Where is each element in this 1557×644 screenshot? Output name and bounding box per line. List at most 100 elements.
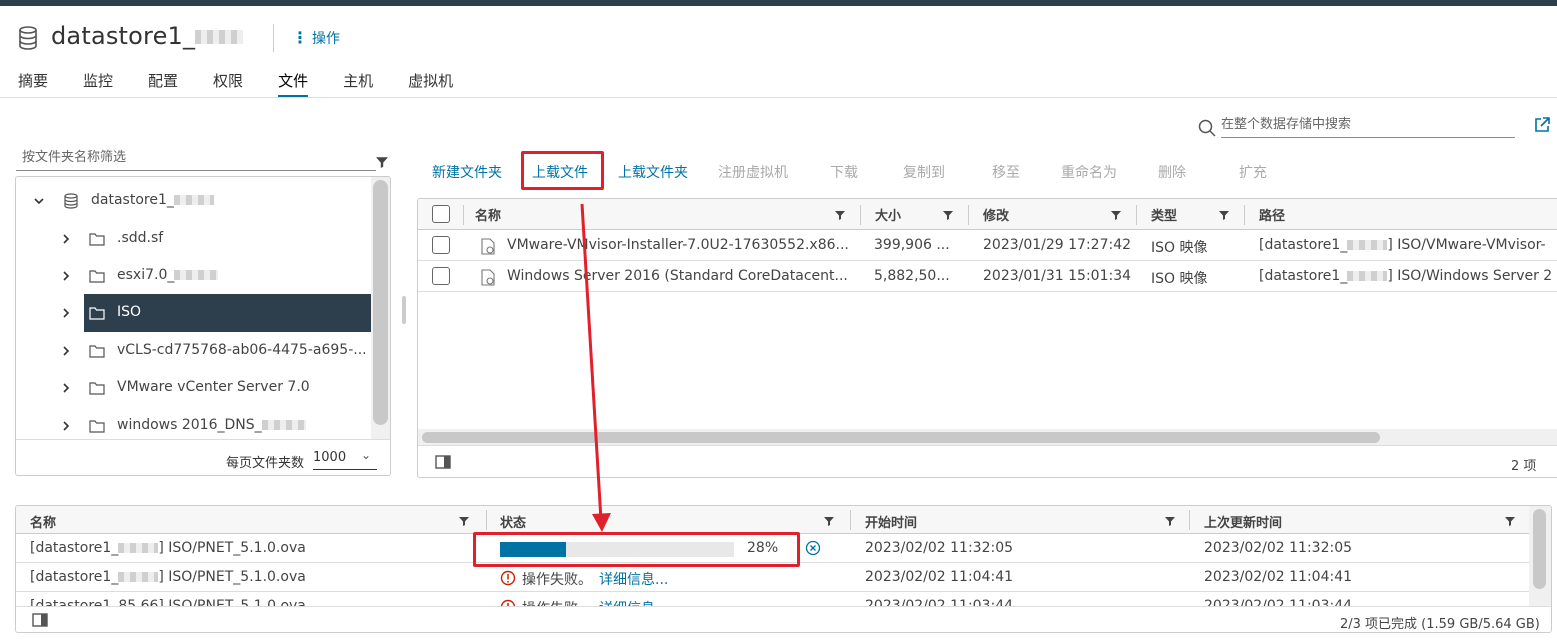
task-status: 操作失败。 [522,572,592,588]
column-header-path[interactable]: 路径 [1259,199,1285,230]
datastore-icon [64,193,78,209]
tab-summary[interactable]: 摘要 [18,68,48,98]
filter-icon[interactable] [459,516,469,526]
filter-icon[interactable] [1111,210,1121,220]
tab-bar: 摘要 监控 配置 权限 文件 主机 虚拟机 [18,68,488,98]
filter-icon[interactable] [835,210,845,220]
download-button[interactable]: 下载 [830,162,858,182]
tree-item-vcls[interactable]: vCLS-cd775768-ab06-4475-a695-... [16,332,371,369]
column-toggle-icon[interactable] [32,613,48,627]
filter-icon[interactable] [1219,210,1229,220]
tree-item-esxi[interactable]: esxi7.0_ [16,257,371,294]
column-header-size[interactable]: 大小 [875,199,901,230]
tab-configure[interactable]: 配置 [148,68,178,98]
folder-icon [89,420,105,433]
upload-file-highlight [521,151,604,190]
row-checkbox[interactable] [432,267,450,285]
redacted-text [174,270,219,280]
files-datagrid: 名称 大小 修改 类型 路径 VMware-VMvisor-Installer-… [417,198,1557,478]
grid-horizontal-scrollbar-thumb[interactable] [422,432,1380,443]
column-header-modified[interactable]: 修改 [983,199,1009,230]
move-to-button[interactable]: 移至 [992,162,1020,182]
table-row[interactable]: Windows Server 2016 (Standard CoreDatace… [418,261,1557,292]
datastore-search-input[interactable] [1221,112,1515,138]
file-name[interactable]: Windows Server 2016 (Standard CoreDatace… [507,268,848,284]
cancel-task-icon[interactable] [805,540,821,556]
task-row[interactable]: [datastore1_] ISO/PNET_5.1.0.ova 操作失败。 详… [16,563,1529,592]
tasks-vertical-scrollbar-thumb[interactable] [1533,509,1546,589]
rename-button[interactable]: 重命名为 [1061,162,1117,182]
filter-icon[interactable] [943,210,953,220]
tab-permissions[interactable]: 权限 [213,68,243,98]
chevron-right-icon[interactable] [61,383,71,393]
page-title: datastore1_ [51,22,244,50]
column-divider[interactable] [860,205,861,225]
column-toggle-icon[interactable] [435,455,451,469]
chevron-down-icon[interactable]: ⌄ [361,448,371,462]
column-header-name[interactable]: 名称 [475,199,501,230]
delete-button[interactable]: 删除 [1158,162,1186,182]
tree-item-sdd[interactable]: .sdd.sf [16,220,371,257]
tree-item-root[interactable]: datastore1_ [16,182,371,219]
filter-icon[interactable] [824,516,834,526]
tab-vms[interactable]: 虚拟机 [408,68,453,98]
column-divider[interactable] [850,510,851,530]
redacted-text [173,195,214,205]
folder-icon [89,307,105,320]
filter-icon[interactable] [1165,516,1175,526]
chevron-right-icon[interactable] [61,346,71,356]
progress-highlight [473,532,800,567]
chevron-down-icon[interactable] [34,196,44,206]
datastore-icon [19,26,37,50]
column-header-status[interactable]: 状态 [500,512,526,531]
chevron-right-icon[interactable] [61,234,71,244]
column-divider[interactable] [968,205,969,225]
task-updated-time: 2023/02/02 11:32:05 [1204,540,1353,556]
tree-item-iso[interactable]: ISO [16,294,371,331]
column-divider[interactable] [1244,205,1245,225]
column-header-name[interactable]: 名称 [30,512,56,531]
tree-footer: 每页文件夹数 1000 ⌄ [16,439,390,475]
tree-item-vcenter[interactable]: VMware vCenter Server 7.0 [16,369,371,406]
external-link-icon[interactable] [1533,116,1551,134]
tasks-summary: 2/3 项已完成 (1.59 GB/5.64 GB) [1340,617,1540,632]
column-header-start-time[interactable]: 开始时间 [865,512,917,531]
file-name[interactable]: VMware-VMvisor-Installer-7.0U2-17630552.… [507,237,849,253]
column-header-type[interactable]: 类型 [1151,199,1177,230]
tab-monitor[interactable]: 监控 [83,68,113,98]
column-header-last-update[interactable]: 上次更新时间 [1204,512,1282,531]
column-divider[interactable] [1189,510,1190,530]
tab-files[interactable]: 文件 [278,68,309,98]
register-vm-button[interactable]: 注册虚拟机 [718,162,788,182]
grid-footer: 2 项 [418,445,1557,477]
column-divider[interactable] [486,510,487,530]
copy-to-button[interactable]: 复制到 [903,162,945,182]
search-icon [1198,119,1216,137]
inflate-button[interactable]: 扩充 [1239,162,1267,182]
recent-tasks-panel: 名称 状态 开始时间 上次更新时间 [datastore1_] ISO/PNET… [15,505,1552,633]
tree-item-label: ISO [117,304,142,320]
filter-icon[interactable] [1505,516,1515,526]
tab-hosts[interactable]: 主机 [343,68,373,98]
folder-filter-input[interactable] [16,145,376,171]
folder-icon [89,382,105,395]
actions-menu-button[interactable]: ⋮ 操作 [292,28,340,48]
panel-splitter-handle[interactable] [402,296,406,324]
chevron-right-icon[interactable] [61,271,71,281]
new-folder-button[interactable]: 新建文件夹 [432,162,502,182]
tree-scrollbar-thumb[interactable] [373,180,388,425]
filter-icon[interactable] [376,156,388,168]
row-checkbox[interactable] [432,236,450,254]
chevron-right-icon[interactable] [61,421,71,431]
task-start-time: 2023/02/02 11:32:05 [865,540,1014,556]
select-all-checkbox[interactable] [432,205,450,223]
task-details-link[interactable]: 详细信息... [599,569,668,589]
column-divider[interactable] [1136,205,1137,225]
tree-item-label: datastore1_ [91,192,174,208]
upload-folder-button[interactable]: 上载文件夹 [618,162,688,182]
folder-icon [89,270,105,283]
column-divider[interactable] [463,205,464,225]
chevron-right-icon[interactable] [61,308,71,318]
table-row[interactable]: VMware-VMvisor-Installer-7.0U2-17630552.… [418,230,1557,261]
per-page-label: 每页文件夹数 [226,456,305,471]
